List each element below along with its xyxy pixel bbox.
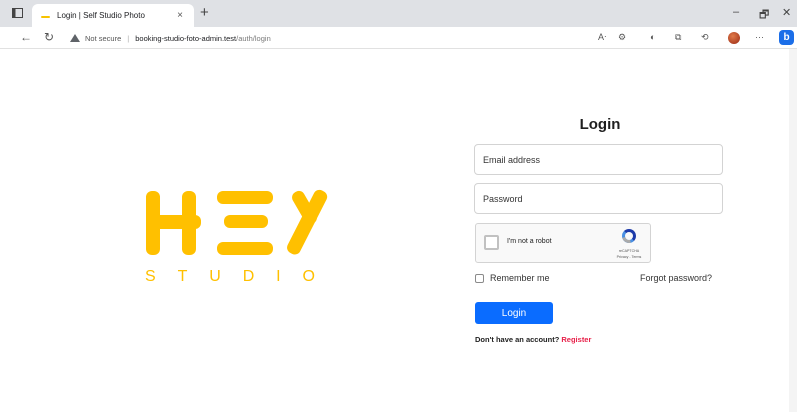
recaptcha-terms-link[interactable]: Privacy - Terms: [610, 255, 648, 259]
url-field[interactable]: Not secure | booking-studio-foto-admin.t…: [70, 30, 271, 46]
signup-prompt: Don't have an account? Register: [475, 335, 591, 344]
remember-me-option[interactable]: Remember me: [475, 273, 550, 283]
url-host: booking-studio-foto-admin.test: [135, 33, 237, 43]
browser-tab[interactable]: Login | Self Studio Photo ×: [32, 4, 194, 27]
read-aloud-icon[interactable]: Aᐧ: [598, 31, 606, 44]
restore-button[interactable]: 🗗: [759, 6, 769, 25]
extensions-icon[interactable]: ⚙: [618, 31, 626, 44]
tab-bar: Login | Self Studio Photo × + – 🗗 ✕: [0, 0, 797, 27]
remember-me-label: Remember me: [490, 273, 550, 283]
address-bar: ← ↻ Not secure | booking-studio-foto-adm…: [0, 27, 797, 49]
register-link[interactable]: Register: [561, 335, 591, 344]
studio-letter: U: [209, 268, 221, 285]
page-title: Login: [579, 116, 621, 133]
email-field[interactable]: [474, 144, 723, 175]
studio-letter: D: [242, 268, 255, 285]
recaptcha-label: I'm not a robot: [507, 238, 552, 245]
url-separator: |: [127, 33, 130, 43]
back-arrow-icon[interactable]: ←: [20, 31, 32, 44]
login-button[interactable]: Login: [475, 302, 553, 324]
recaptcha-checkbox[interactable]: [484, 235, 499, 250]
more-menu-icon[interactable]: ···: [755, 31, 764, 44]
studio-letter: S: [145, 268, 156, 285]
remember-me-checkbox[interactable]: [475, 273, 484, 283]
tab-actions-icon[interactable]: [10, 6, 24, 20]
studio-wordmark: S T U D I O: [145, 268, 315, 286]
tab-close-button[interactable]: ×: [174, 10, 186, 21]
copilot-icon[interactable]: b: [779, 30, 794, 45]
url-path: /auth/login: [236, 33, 271, 43]
recaptcha-brand: reCAPTCHA: [618, 249, 640, 253]
refresh-page-icon[interactable]: ◐: [650, 31, 655, 44]
tab-title: Login | Self Studio Photo: [57, 11, 145, 20]
warning-icon: [70, 34, 80, 42]
refresh-icon[interactable]: ↻: [44, 31, 54, 44]
page-scrollbar[interactable]: [789, 49, 797, 412]
collections-icon[interactable]: ⧉: [675, 31, 681, 44]
close-window-button[interactable]: ✕: [782, 6, 791, 19]
recaptcha-logo-icon: [619, 226, 639, 246]
signup-prompt-text: Don't have an account?: [475, 335, 560, 344]
forgot-password-link[interactable]: Forgot password?: [640, 273, 712, 283]
password-field[interactable]: [474, 183, 723, 214]
studio-letter: I: [276, 268, 281, 285]
security-status: Not secure: [85, 33, 122, 43]
tab-favicon-icon: [40, 11, 50, 21]
history-icon[interactable]: ⟲: [701, 31, 709, 44]
profile-avatar[interactable]: [728, 32, 740, 44]
studio-letter: O: [302, 268, 315, 285]
new-tab-button[interactable]: +: [200, 5, 209, 20]
studio-letter: T: [177, 268, 188, 285]
recaptcha-widget: I'm not a robot reCAPTCHA Privacy - Term…: [475, 223, 651, 263]
minimize-button[interactable]: –: [733, 6, 739, 18]
